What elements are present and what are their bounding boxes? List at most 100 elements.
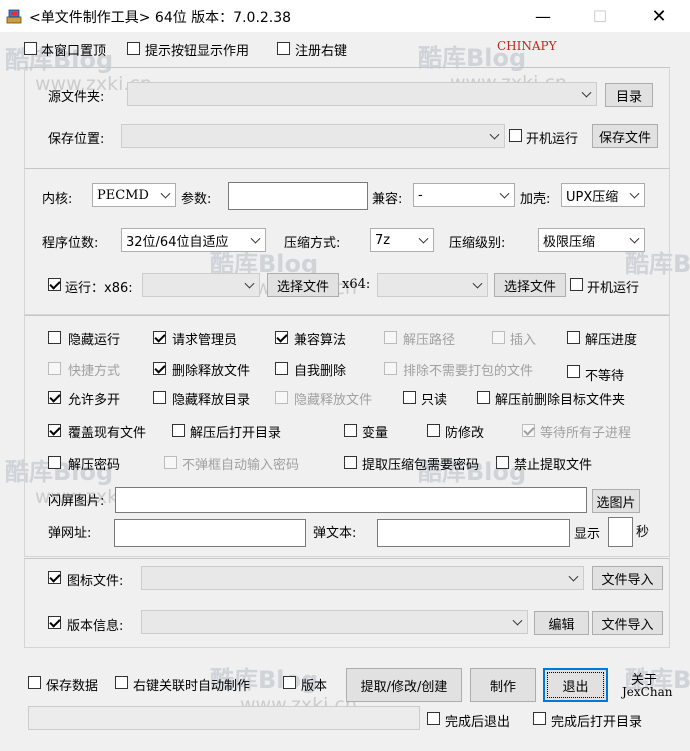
forbid-extract-label: 禁止提取文件 xyxy=(514,458,593,473)
brand-label: CHINAPY xyxy=(497,39,557,53)
shell-label: 加壳: xyxy=(520,192,551,207)
exit-after-checkbox[interactable] xyxy=(427,712,440,725)
open-dir-after-checkbox[interactable] xyxy=(172,424,185,437)
hide-run-checkbox[interactable] xyxy=(48,331,61,344)
popup-url-input[interactable] xyxy=(114,519,306,547)
chevron-down-icon xyxy=(581,87,592,98)
progress-bar xyxy=(28,706,420,730)
extract-modify-create-button[interactable]: 提取/修改/创建 xyxy=(346,668,462,702)
variable-label: 变量 xyxy=(362,426,389,441)
shell-select[interactable]: UPX压缩 xyxy=(561,183,645,207)
compat-select[interactable]: - xyxy=(413,183,515,207)
extract-progress-checkbox[interactable] xyxy=(567,331,580,344)
show-label: 显示 xyxy=(574,527,601,542)
extract-password-label: 解压密码 xyxy=(68,458,121,473)
register-context-checkbox[interactable] xyxy=(277,42,290,55)
source-folder-select[interactable] xyxy=(127,82,597,106)
shortcut-checkbox[interactable] xyxy=(48,362,61,375)
chevron-down-icon xyxy=(244,278,255,289)
no-wait-checkbox[interactable] xyxy=(567,365,580,378)
compress-select[interactable]: 7z xyxy=(370,228,434,252)
version-file-import-button[interactable]: 文件导入 xyxy=(592,611,663,635)
delete-released-checkbox[interactable] xyxy=(153,362,166,375)
right-click-auto-checkbox[interactable] xyxy=(115,676,128,689)
splash-label: 闪屏图片: xyxy=(48,494,105,509)
read-only-checkbox[interactable] xyxy=(403,391,416,404)
chevron-down-icon xyxy=(512,615,523,626)
save-file-button[interactable]: 保存文件 xyxy=(592,124,658,148)
version-checkbox[interactable] xyxy=(283,676,296,689)
extract-need-password-checkbox[interactable] xyxy=(344,456,357,469)
exclude-packing-checkbox[interactable] xyxy=(384,362,397,375)
level-select[interactable]: 极限压缩 xyxy=(538,228,645,252)
register-context-label: 注册右键 xyxy=(295,44,348,59)
self-delete-label: 自我删除 xyxy=(294,364,347,379)
minimize-button[interactable]: — xyxy=(520,0,566,32)
show-hint-checkbox[interactable] xyxy=(127,42,140,55)
edit-version-button[interactable]: 编辑 xyxy=(534,611,589,635)
x86-select[interactable] xyxy=(142,273,260,297)
seconds-label: 秒 xyxy=(636,525,650,540)
no-wait-label: 不等待 xyxy=(585,369,625,384)
save-location-label: 保存位置: xyxy=(48,132,105,147)
exit-button[interactable]: 退出 xyxy=(543,668,608,702)
wait-children-checkbox[interactable] xyxy=(522,424,535,437)
save-location-select[interactable] xyxy=(121,124,505,148)
overwrite-label: 覆盖现有文件 xyxy=(68,426,147,441)
chevron-down-icon xyxy=(499,188,510,199)
anti-modify-checkbox[interactable] xyxy=(427,424,440,437)
bits-select[interactable]: 32位/64位自适应 xyxy=(121,228,266,252)
hide-release-dir-checkbox[interactable] xyxy=(153,391,166,404)
kernel-select[interactable]: PECMD xyxy=(92,183,176,207)
kernel-label: 内核: xyxy=(42,192,73,207)
no-popup-password-checkbox[interactable] xyxy=(164,456,177,469)
level-label: 压缩级别: xyxy=(449,236,506,251)
chevron-down-icon xyxy=(568,571,579,582)
forbid-extract-checkbox[interactable] xyxy=(496,456,509,469)
version-info-checkbox[interactable] xyxy=(48,616,61,629)
make-button[interactable]: 制作 xyxy=(470,668,536,702)
icon-file-select[interactable] xyxy=(141,566,584,590)
select-image-button[interactable]: 选图片 xyxy=(592,489,640,513)
icon-file-checkbox[interactable] xyxy=(48,571,61,584)
save-data-checkbox[interactable] xyxy=(28,676,41,689)
x64-select[interactable] xyxy=(377,273,488,297)
params-input[interactable] xyxy=(228,182,368,210)
run-checkbox[interactable] xyxy=(48,278,61,291)
extract-password-checkbox[interactable] xyxy=(48,456,61,469)
extract-need-password-label: 提取压缩包需要密码 xyxy=(362,458,480,473)
insert-checkbox[interactable] xyxy=(492,331,505,344)
open-dir-after-done-checkbox[interactable] xyxy=(533,712,546,725)
variable-checkbox[interactable] xyxy=(344,424,357,437)
dir-button[interactable]: 目录 xyxy=(605,83,653,107)
select-x86-file-button[interactable]: 选择文件 xyxy=(267,273,339,297)
popup-text-input[interactable] xyxy=(377,519,570,547)
compat-algo-checkbox[interactable] xyxy=(275,331,288,344)
anti-modify-label: 防修改 xyxy=(445,426,485,441)
x64-label: x64: xyxy=(342,277,371,292)
request-admin-checkbox[interactable] xyxy=(153,331,166,344)
close-button[interactable]: ✕ xyxy=(636,0,682,32)
autorun2-checkbox[interactable] xyxy=(570,278,583,291)
maximize-button[interactable]: ☐ xyxy=(577,0,623,32)
allow-multi-checkbox[interactable] xyxy=(48,391,61,404)
minimize-icon: — xyxy=(535,6,551,26)
version-info-select[interactable] xyxy=(141,610,528,634)
shortcut-label: 快捷方式 xyxy=(68,364,121,379)
extract-path-checkbox[interactable] xyxy=(384,331,397,344)
chevron-down-icon xyxy=(160,188,171,199)
self-delete-checkbox[interactable] xyxy=(275,362,288,375)
icon-file-import-button[interactable]: 文件导入 xyxy=(592,566,663,590)
topmost-checkbox[interactable] xyxy=(24,42,37,55)
exclude-packing-label: 排除不需要打包的文件 xyxy=(403,364,534,379)
chevron-down-icon xyxy=(489,129,500,140)
delete-target-before-checkbox[interactable] xyxy=(477,391,490,404)
popup-url-label: 弹网址: xyxy=(48,526,92,541)
hide-release-file-checkbox[interactable] xyxy=(275,391,288,404)
chevron-down-icon xyxy=(472,278,483,289)
overwrite-checkbox[interactable] xyxy=(48,424,61,437)
autorun-checkbox[interactable] xyxy=(509,129,522,142)
seconds-input[interactable] xyxy=(608,517,633,547)
splash-input[interactable] xyxy=(115,487,587,513)
select-x64-file-button[interactable]: 选择文件 xyxy=(494,273,566,297)
